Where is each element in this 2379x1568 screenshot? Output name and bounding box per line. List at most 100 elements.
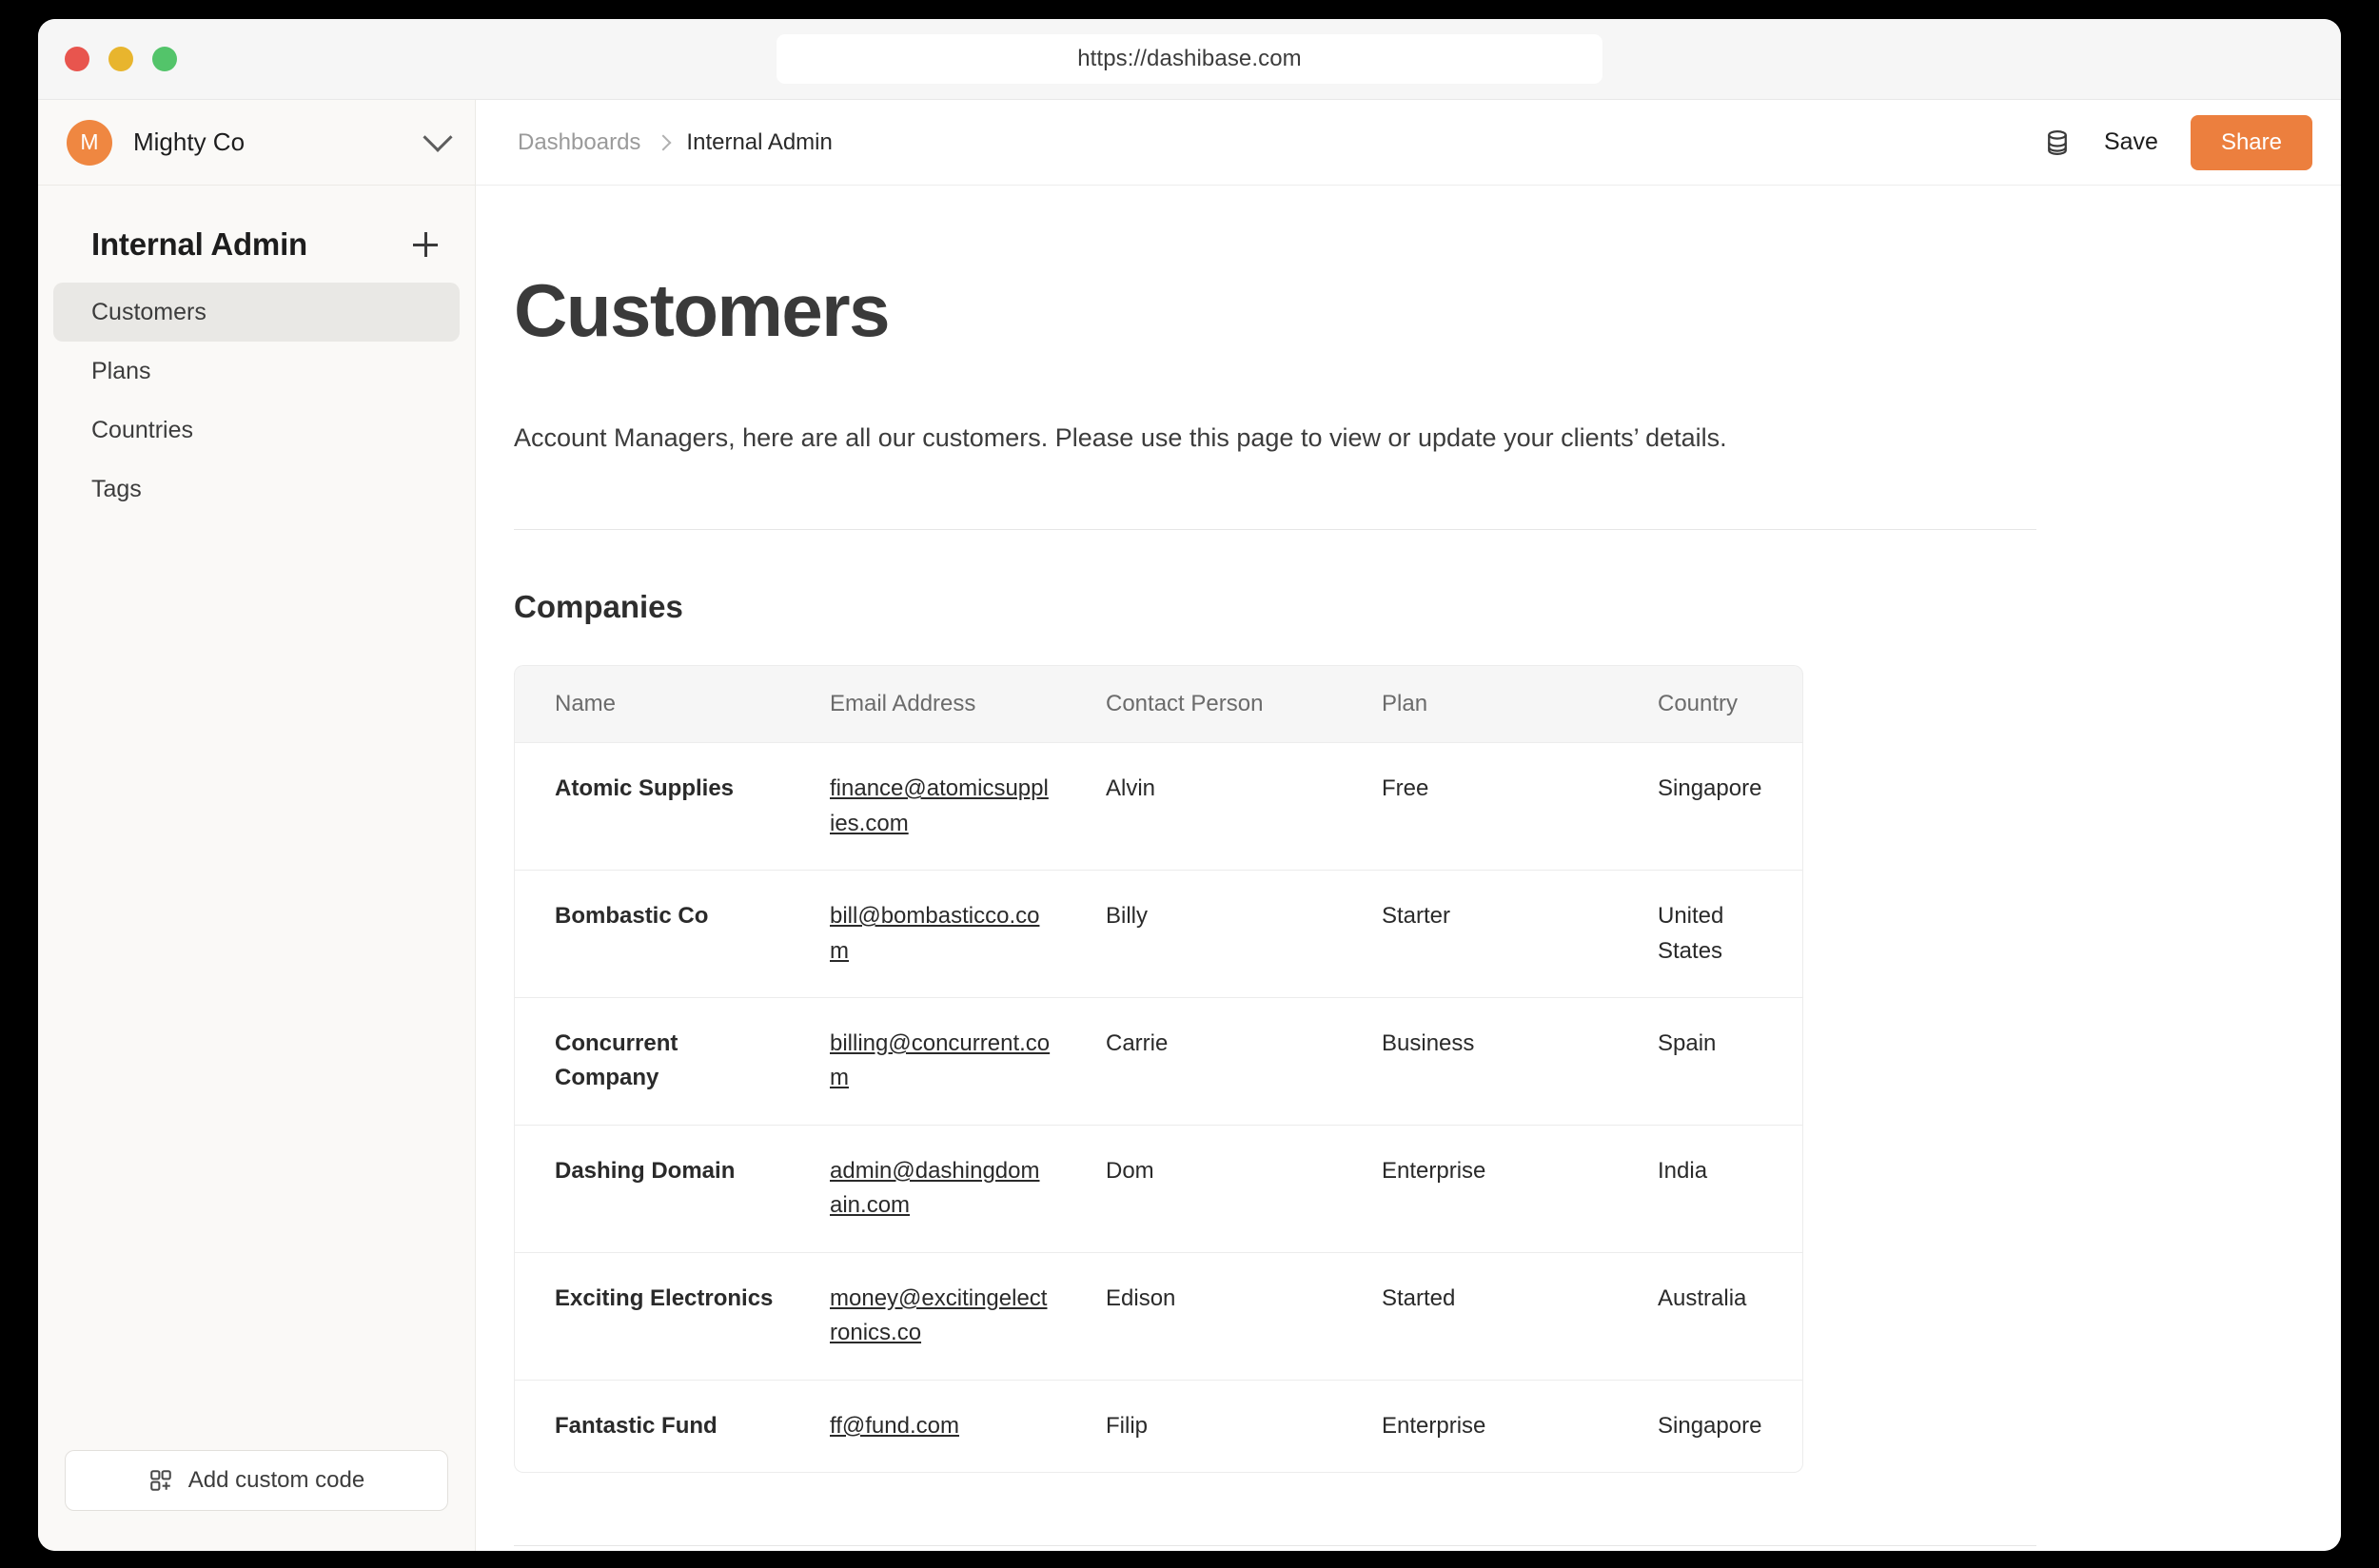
table-header: Name Email Address Contact Person Plan C…	[514, 665, 1803, 744]
table-row[interactable]: Dashing Domain admin@dashingdomain.com D…	[514, 1125, 1803, 1253]
maximize-window-button[interactable]	[152, 47, 177, 71]
cell-email: billing@concurrent.com	[790, 998, 1066, 1126]
breadcrumb-item-dashboards[interactable]: Dashboards	[518, 129, 640, 156]
database-icon[interactable]	[2043, 128, 2072, 157]
cell-country: Singapore	[1618, 743, 1803, 872]
app-body: M Mighty Co Internal Admin Customers Pla…	[38, 100, 2341, 1551]
email-link[interactable]: money@excitingelectronics.co	[830, 1285, 1047, 1345]
page-title: Customers	[514, 268, 890, 352]
dashboard-header: Internal Admin	[38, 186, 475, 283]
toolbar: Dashboards Internal Admin Save Share	[476, 100, 2341, 186]
table-row[interactable]: Atomic Supplies finance@atomicsupplies.c…	[514, 743, 1803, 872]
cell-name: Concurrent Company	[514, 998, 790, 1126]
cell-name: Fantastic Fund	[514, 1380, 790, 1474]
sidebar-item-plans[interactable]: Plans	[53, 342, 460, 401]
column-header-plan[interactable]: Plan	[1342, 665, 1618, 744]
sidebar-item-label: Countries	[91, 416, 193, 443]
dashboard-title: Internal Admin	[91, 226, 307, 262]
table-row[interactable]: Fantastic Fund ff@fund.com Filip Enterpr…	[514, 1380, 1803, 1474]
cell-contact: Edison	[1066, 1253, 1342, 1381]
section-title: Companies	[514, 589, 683, 625]
breadcrumb-item-current[interactable]: Internal Admin	[686, 129, 832, 156]
cell-contact: Carrie	[1066, 998, 1342, 1126]
cell-name: Exciting Electronics	[514, 1252, 790, 1381]
table-header-row: Name Email Address Contact Person Plan C…	[514, 665, 1803, 744]
cell-plan: Starter	[1342, 871, 1618, 999]
workspace-switcher[interactable]: M Mighty Co	[38, 100, 475, 186]
close-window-button[interactable]	[65, 47, 89, 71]
cell-plan: Enterprise	[1342, 1126, 1618, 1253]
sidebar-nav: Customers Plans Countries Tags	[38, 283, 475, 519]
workspace-name: Mighty Co	[133, 127, 246, 156]
cell-email: finance@atomicsupplies.com	[790, 743, 1066, 872]
cell-contact: Filip	[1066, 1381, 1342, 1474]
cell-name: Atomic Supplies	[514, 743, 790, 872]
sidebar-item-label: Tags	[91, 475, 142, 502]
email-link[interactable]: bill@bombasticco.com	[830, 903, 1039, 963]
cell-country: United States	[1618, 871, 1803, 999]
divider-bottom	[514, 1545, 2036, 1547]
cell-email: bill@bombasticco.com	[790, 871, 1066, 999]
add-custom-code-button[interactable]: Add custom code	[65, 1450, 448, 1511]
plus-icon[interactable]	[406, 225, 444, 264]
cell-country: India	[1618, 1125, 1803, 1253]
cell-name: Dashing Domain	[514, 1125, 790, 1253]
add-custom-code-label: Add custom code	[187, 1467, 365, 1493]
chevron-down-icon	[423, 122, 453, 152]
table-row[interactable]: Concurrent Company billing@concurrent.co…	[514, 998, 1803, 1126]
toolbar-actions: Save Share	[2043, 114, 2312, 170]
url-text: https://dashibase.com	[1077, 46, 1302, 71]
browser-titlebar: https://dashibase.com	[38, 19, 2341, 100]
main-pane: Dashboards Internal Admin Save Share Cus…	[476, 100, 2341, 1551]
cell-country: Australia	[1618, 1252, 1803, 1381]
cell-plan: Enterprise	[1342, 1381, 1618, 1474]
email-link[interactable]: finance@atomicsupplies.com	[830, 775, 1049, 835]
content-column: Customers Account Managers, here are all…	[514, 273, 2036, 1551]
column-header-name[interactable]: Name	[514, 665, 790, 744]
workspace-avatar: M	[67, 119, 112, 166]
add-custom-code-container: Add custom code	[38, 1450, 475, 1551]
sidebar: M Mighty Co Internal Admin Customers Pla…	[38, 100, 476, 1551]
minimize-window-button[interactable]	[108, 47, 133, 71]
divider-top	[514, 529, 2036, 531]
content-inner: Customers Account Managers, here are all…	[476, 186, 2341, 1551]
cell-email: ff@fund.com	[790, 1381, 1066, 1474]
sidebar-item-countries[interactable]: Countries	[53, 401, 460, 460]
window-controls	[65, 47, 177, 71]
email-link[interactable]: billing@concurrent.com	[830, 1030, 1050, 1090]
companies-table: Name Email Address Contact Person Plan C…	[514, 665, 1803, 1474]
cell-country: Spain	[1618, 998, 1803, 1126]
avatar-initial: M	[80, 129, 99, 154]
column-header-contact[interactable]: Contact Person	[1066, 665, 1342, 744]
email-link[interactable]: ff@fund.com	[830, 1413, 959, 1439]
column-header-country[interactable]: Country	[1618, 665, 1803, 744]
breadcrumb: Dashboards Internal Admin	[518, 129, 2043, 156]
url-bar[interactable]: https://dashibase.com	[777, 34, 1602, 84]
cell-name: Bombastic Co	[514, 871, 790, 999]
cell-country: Singapore	[1618, 1380, 1803, 1474]
cell-plan: Free	[1342, 743, 1618, 872]
sidebar-item-customers[interactable]: Customers	[53, 283, 460, 342]
sidebar-item-tags[interactable]: Tags	[53, 460, 460, 519]
table-row[interactable]: Bombastic Co bill@bombasticco.com Billy …	[514, 871, 1803, 999]
chevron-right-icon	[655, 134, 672, 150]
cell-contact: Dom	[1066, 1126, 1342, 1253]
content-area: Customers Account Managers, here are all…	[476, 186, 2341, 1551]
cell-plan: Started	[1342, 1253, 1618, 1381]
table-row[interactable]: Exciting Electronics money@excitingelect…	[514, 1252, 1803, 1381]
browser-window: https://dashibase.com M Mighty Co Intern…	[38, 19, 2341, 1551]
sidebar-item-label: Plans	[91, 357, 151, 384]
column-header-email[interactable]: Email Address	[790, 665, 1066, 744]
cell-plan: Business	[1342, 998, 1618, 1126]
save-button[interactable]: Save	[2104, 128, 2158, 156]
share-button[interactable]: Share	[2190, 114, 2312, 170]
table-body: Atomic Supplies finance@atomicsupplies.c…	[514, 743, 1803, 1474]
cell-contact: Billy	[1066, 871, 1342, 999]
cell-email: money@excitingelectronics.co	[790, 1253, 1066, 1381]
page-description: Account Managers, here are all our custo…	[514, 423, 1727, 452]
cell-contact: Alvin	[1066, 743, 1342, 872]
sidebar-item-label: Customers	[91, 298, 206, 325]
add-block-icon	[150, 1470, 171, 1491]
email-link[interactable]: admin@dashingdomain.com	[830, 1158, 1040, 1218]
